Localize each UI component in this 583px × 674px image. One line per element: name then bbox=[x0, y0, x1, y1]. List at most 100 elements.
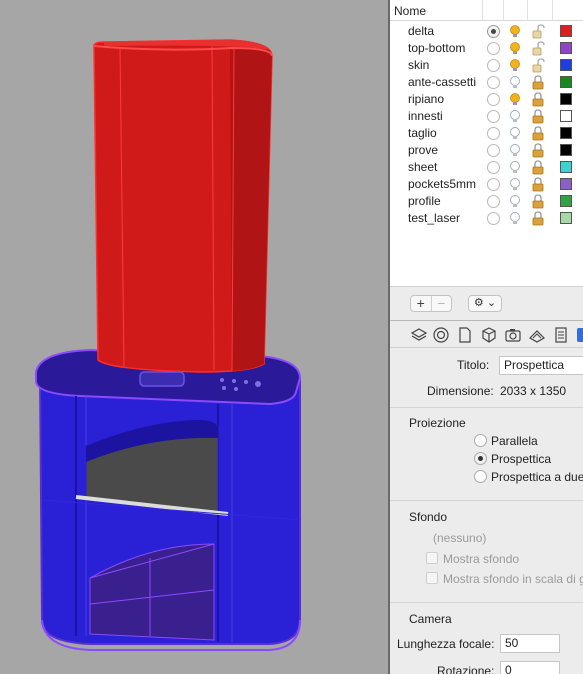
layer-name[interactable]: pockets5mm bbox=[408, 177, 480, 191]
layer-name[interactable]: sheet bbox=[408, 160, 480, 174]
bulb-on-icon[interactable] bbox=[508, 24, 522, 39]
layer-row[interactable]: test_laser bbox=[390, 210, 583, 227]
current-layer-radio[interactable] bbox=[487, 110, 500, 123]
document-icon[interactable] bbox=[456, 326, 474, 344]
layer-color-swatch[interactable] bbox=[560, 127, 572, 139]
current-layer-radio[interactable] bbox=[487, 59, 500, 72]
layer-name[interactable]: delta bbox=[408, 24, 480, 38]
layer-name[interactable]: skin bbox=[408, 58, 480, 72]
rotazione-field[interactable]: 0 bbox=[500, 661, 560, 674]
lock-open-icon[interactable] bbox=[531, 24, 545, 39]
layer-row[interactable]: skin bbox=[390, 57, 583, 74]
lock-closed-icon[interactable] bbox=[531, 109, 545, 124]
current-layer-radio[interactable] bbox=[487, 76, 500, 89]
layer-row[interactable]: delta bbox=[390, 23, 583, 40]
current-layer-radio[interactable] bbox=[487, 212, 500, 225]
layer-color-swatch[interactable] bbox=[560, 161, 572, 173]
layer-row[interactable]: ripiano bbox=[390, 91, 583, 108]
current-layer-radio[interactable] bbox=[487, 93, 500, 106]
layer-color-swatch[interactable] bbox=[560, 76, 572, 88]
layer-name[interactable]: top-bottom bbox=[408, 41, 480, 55]
layer-row[interactable]: sheet bbox=[390, 159, 583, 176]
current-layer-radio[interactable] bbox=[487, 195, 500, 208]
titolo-field[interactable]: Prospettica bbox=[499, 356, 583, 375]
mostra-sfondo-checkbox[interactable] bbox=[426, 552, 438, 564]
layer-color-swatch[interactable] bbox=[560, 144, 572, 156]
lock-closed-icon[interactable] bbox=[531, 160, 545, 175]
layer-name[interactable]: ripiano bbox=[408, 92, 480, 106]
layer-row[interactable]: prove bbox=[390, 142, 583, 159]
bulb-off-icon[interactable] bbox=[508, 75, 522, 90]
add-layer-button[interactable]: + bbox=[411, 296, 431, 311]
object-icon[interactable] bbox=[480, 326, 498, 344]
lock-open-icon[interactable] bbox=[531, 41, 545, 56]
layer-row[interactable]: taglio bbox=[390, 125, 583, 142]
layer-color-swatch[interactable] bbox=[560, 59, 572, 71]
current-layer-radio[interactable] bbox=[487, 25, 500, 38]
parallela-radio[interactable] bbox=[474, 434, 487, 447]
lock-closed-icon[interactable] bbox=[531, 143, 545, 158]
help-icon[interactable] bbox=[576, 326, 583, 344]
camera-icon[interactable] bbox=[504, 326, 522, 344]
layers-icon[interactable] bbox=[410, 326, 428, 344]
render-icon[interactable] bbox=[528, 326, 546, 344]
layer-name[interactable]: ante-cassetti bbox=[408, 75, 480, 89]
layer-name[interactable]: innesti bbox=[408, 109, 480, 123]
lock-closed-icon[interactable] bbox=[531, 75, 545, 90]
current-layer-radio[interactable] bbox=[487, 178, 500, 191]
layer-name[interactable]: profile bbox=[408, 194, 480, 208]
lock-closed-icon[interactable] bbox=[531, 177, 545, 192]
layer-name[interactable]: taglio bbox=[408, 126, 480, 140]
material-icon[interactable] bbox=[432, 326, 450, 344]
layer-name[interactable]: prove bbox=[408, 143, 480, 157]
layer-color-swatch[interactable] bbox=[560, 195, 572, 207]
mostra-sfondo-scala-label[interactable]: Mostra sfondo in scala di g bbox=[443, 572, 583, 586]
layers-list[interactable]: Nome delta top-bottom skin ante-cassetti rip… bbox=[390, 0, 583, 286]
layer-row[interactable]: top-bottom bbox=[390, 40, 583, 57]
layer-row[interactable]: innesti bbox=[390, 108, 583, 125]
layer-color-swatch[interactable] bbox=[560, 93, 572, 105]
lock-closed-icon[interactable] bbox=[531, 126, 545, 141]
lock-open-icon[interactable] bbox=[531, 58, 545, 73]
current-layer-radio[interactable] bbox=[487, 161, 500, 174]
layer-row[interactable]: pockets5mm bbox=[390, 176, 583, 193]
bulb-off-icon[interactable] bbox=[508, 177, 522, 192]
prospettica-due-radio[interactable] bbox=[474, 470, 487, 483]
bulb-off-icon[interactable] bbox=[508, 160, 522, 175]
layer-color-swatch[interactable] bbox=[560, 212, 572, 224]
current-layer-radio[interactable] bbox=[487, 42, 500, 55]
layer-row[interactable]: profile bbox=[390, 193, 583, 210]
mostra-sfondo-label[interactable]: Mostra sfondo bbox=[443, 552, 519, 566]
layer-color-swatch[interactable] bbox=[560, 178, 572, 190]
parallela-option[interactable]: Parallela bbox=[491, 434, 538, 448]
lock-closed-icon[interactable] bbox=[531, 92, 545, 107]
bulb-off-icon[interactable] bbox=[508, 194, 522, 209]
sfondo-value[interactable]: (nessuno) bbox=[433, 531, 486, 545]
name-column-header[interactable]: Nome bbox=[394, 4, 426, 18]
layer-color-swatch[interactable] bbox=[560, 25, 572, 37]
prospettica-radio[interactable] bbox=[474, 452, 487, 465]
layer-name[interactable]: test_laser bbox=[408, 211, 480, 225]
bulb-off-icon[interactable] bbox=[508, 109, 522, 124]
lock-closed-icon[interactable] bbox=[531, 194, 545, 209]
prospettica-option[interactable]: Prospettica bbox=[491, 452, 551, 466]
viewport-3d[interactable] bbox=[0, 0, 388, 674]
prospettica-due-option[interactable]: Prospettica a due bbox=[491, 470, 583, 484]
lock-closed-icon[interactable] bbox=[531, 211, 545, 226]
current-layer-radio[interactable] bbox=[487, 144, 500, 157]
current-layer-radio[interactable] bbox=[487, 127, 500, 140]
notes-icon[interactable] bbox=[552, 326, 570, 344]
bulb-on-icon[interactable] bbox=[508, 58, 522, 73]
bulb-on-icon[interactable] bbox=[508, 92, 522, 107]
lunghezza-field[interactable]: 50 bbox=[500, 634, 560, 653]
layer-options-button[interactable]: ⚙ ⌄ bbox=[468, 295, 502, 312]
layer-color-swatch[interactable] bbox=[560, 42, 572, 54]
layer-color-swatch[interactable] bbox=[560, 110, 572, 122]
remove-layer-button[interactable]: − bbox=[430, 296, 452, 311]
bulb-off-icon[interactable] bbox=[508, 211, 522, 226]
bulb-off-icon[interactable] bbox=[508, 126, 522, 141]
mostra-sfondo-scala-checkbox[interactable] bbox=[426, 572, 438, 584]
bulb-on-icon[interactable] bbox=[508, 41, 522, 56]
bulb-off-icon[interactable] bbox=[508, 143, 522, 158]
layer-row[interactable]: ante-cassetti bbox=[390, 74, 583, 91]
